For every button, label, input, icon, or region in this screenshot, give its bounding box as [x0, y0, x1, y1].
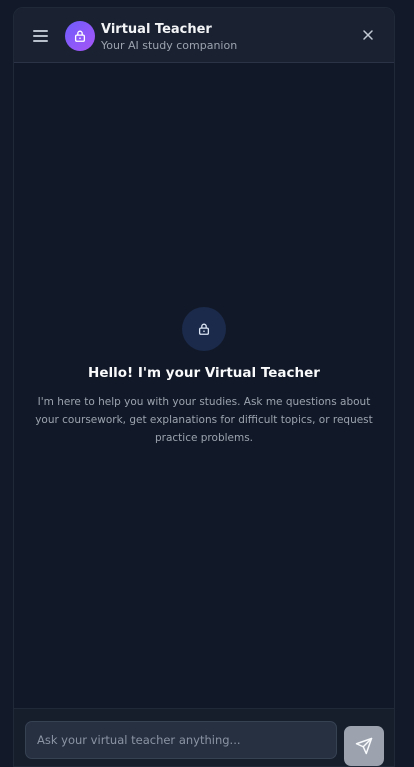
page-subtitle: Your AI study companion: [101, 39, 238, 52]
send-icon: [355, 737, 373, 755]
send-button[interactable]: [344, 726, 384, 766]
welcome-description: I'm here to help you with your studies. …: [35, 396, 373, 444]
teacher-avatar: [65, 21, 95, 51]
welcome-title: Hello! I'm your Virtual Teacher: [88, 365, 320, 381]
lock-icon: [74, 30, 86, 42]
chat-message-input[interactable]: [25, 721, 337, 759]
chat-header: Virtual Teacher Your AI study companion: [14, 8, 394, 63]
close-icon[interactable]: [360, 27, 376, 43]
welcome-message: Hello! I'm your Virtual Teacher I'm here…: [14, 307, 394, 447]
hamburger-menu-icon[interactable]: [33, 28, 49, 42]
lock-icon: [198, 323, 210, 335]
chat-window: Virtual Teacher Your AI study companion …: [13, 7, 395, 767]
welcome-lock-icon: [182, 307, 226, 351]
message-composer: [14, 708, 394, 766]
page-title: Virtual Teacher: [101, 22, 212, 37]
